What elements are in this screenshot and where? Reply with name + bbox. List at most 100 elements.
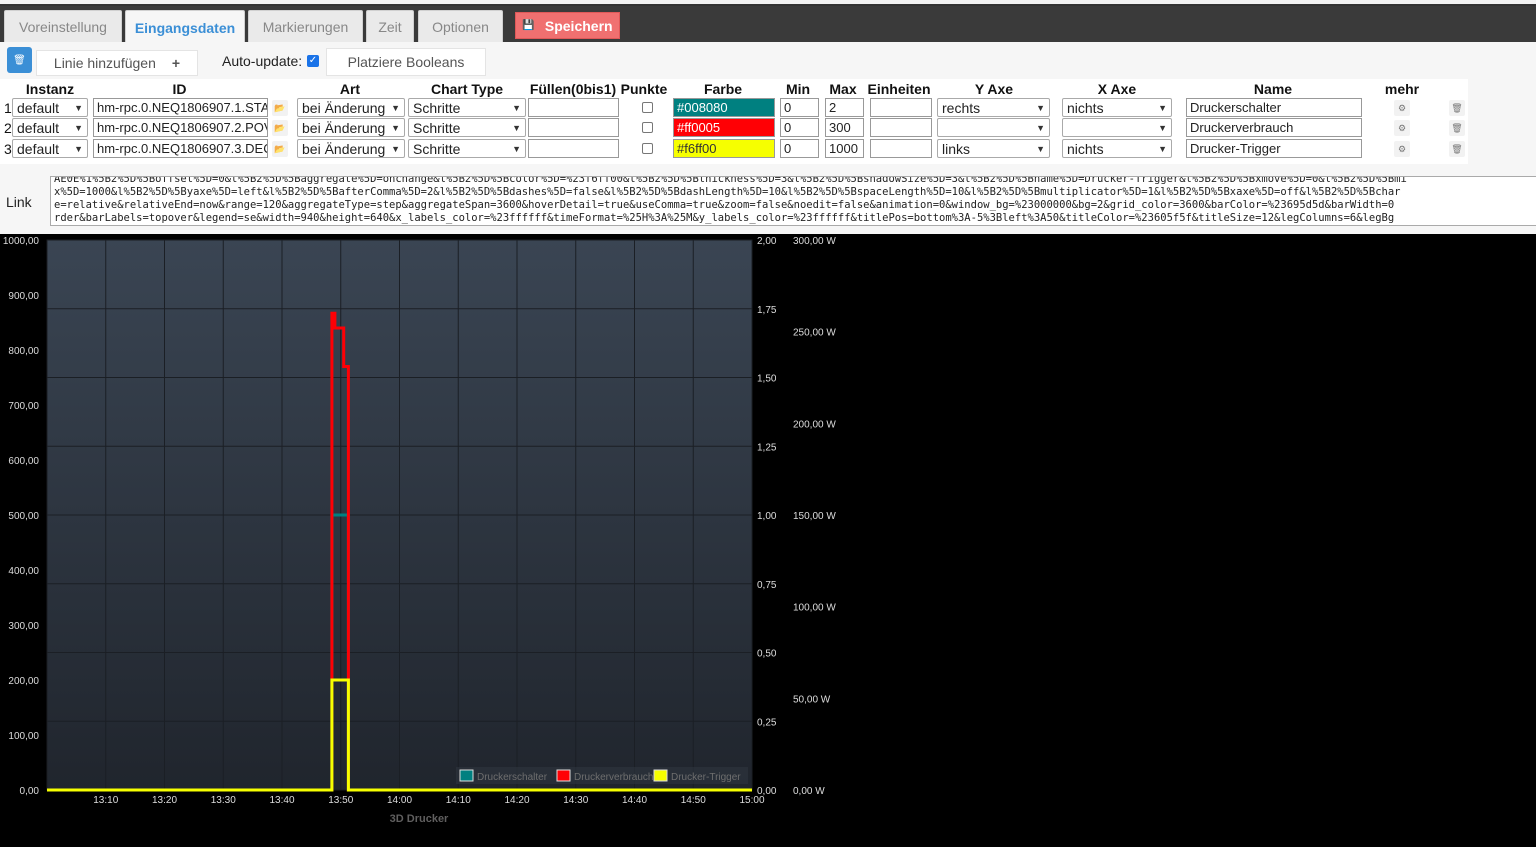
- name-input[interactable]: Druckerschalter: [1186, 98, 1362, 117]
- chart: 1000,00 900,00 800,00 700,00 600,00 500,00 400…: [3, 236, 837, 825]
- name-input[interactable]: Druckerverbrauch: [1186, 118, 1362, 137]
- tab-voreinstellung[interactable]: Voreinstellung: [4, 10, 122, 42]
- units-input[interactable]: [870, 139, 932, 158]
- x-tick-label: 13:40: [269, 795, 294, 806]
- chevron-down-icon: ▼: [74, 143, 83, 154]
- delete-all-button[interactable]: 🗑: [7, 47, 32, 73]
- y-axis-right: 2,001,751,501,251,000,750,500,250,00: [757, 236, 777, 797]
- gear-icon[interactable]: ⚙: [1394, 120, 1410, 136]
- trash-icon[interactable]: 🗑: [1449, 120, 1465, 136]
- tab-optionen[interactable]: Optionen: [418, 10, 503, 42]
- y-tick-label: 300,00: [8, 621, 39, 632]
- x-tick-label: 14:50: [681, 795, 706, 806]
- y-tick-label: 0,00: [20, 786, 40, 797]
- legend-swatch: [556, 769, 571, 782]
- art-value: bei Änderung: [302, 140, 386, 157]
- trash-icon[interactable]: 🗑: [1449, 100, 1465, 116]
- save-button[interactable]: 💾 Speichern: [515, 12, 620, 39]
- header-farbe: Farbe: [703, 81, 743, 97]
- link-textarea[interactable]: AE0E%1%5B2%5D%5Boffset%5D=0&l%5B2%5D%5Ba…: [50, 176, 1536, 226]
- tab-eingangsdaten[interactable]: Eingangsdaten: [125, 10, 245, 44]
- y-right2-tick-label: 300,00 W: [793, 236, 836, 247]
- id-input[interactable]: hm-rpc.0.NEQ1806907.1.STA: [93, 98, 268, 117]
- y-axis-left: 1000,00 900,00 800,00 700,00 600,00 500,00 400…: [3, 236, 40, 797]
- y-tick-label: 700,00: [8, 401, 39, 412]
- fill-input[interactable]: [528, 118, 619, 137]
- chevron-down-icon: ▼: [512, 102, 521, 113]
- y-tick-label: 500,00: [8, 511, 39, 522]
- units-input[interactable]: [870, 118, 932, 137]
- place-booleans-button[interactable]: Platziere Booleans: [326, 48, 486, 76]
- gear-icon[interactable]: ⚙: [1394, 141, 1410, 157]
- instanz-select[interactable]: default ▼: [12, 98, 88, 117]
- min-input[interactable]: 0: [780, 118, 819, 137]
- folder-icon[interactable]: 📂: [272, 120, 288, 136]
- chevron-down-icon: ▼: [1158, 102, 1167, 113]
- x-tick-label: 14:10: [446, 795, 471, 806]
- name-input[interactable]: Drucker-Trigger: [1186, 139, 1362, 158]
- x-axe-value: nichts: [1067, 99, 1104, 116]
- tab-markierungen[interactable]: Markierungen: [248, 10, 363, 42]
- chart-type-value: Schritte: [413, 119, 461, 136]
- units-input[interactable]: [870, 98, 932, 117]
- color-input[interactable]: #f6ff00: [673, 139, 775, 158]
- art-select[interactable]: bei Änderung ▼: [297, 139, 405, 158]
- y-right-tick-label: 1,25: [757, 442, 777, 453]
- color-input[interactable]: #008080: [673, 98, 775, 117]
- autoupdate-checkbox[interactable]: ✓: [307, 55, 319, 67]
- y-right-tick-label: 1,75: [757, 305, 777, 316]
- fill-input[interactable]: [528, 98, 619, 117]
- folder-icon[interactable]: 📂: [272, 100, 288, 116]
- x-axe-select[interactable]: nichts ▼: [1062, 98, 1172, 117]
- header-max: Max: [829, 81, 857, 97]
- x-axe-select[interactable]: ▼: [1062, 118, 1172, 137]
- chevron-down-icon: ▼: [74, 122, 83, 133]
- header-name: Name: [1253, 81, 1293, 97]
- chevron-down-icon: ▼: [391, 102, 400, 113]
- y-right2-tick-label: 50,00 W: [793, 694, 831, 705]
- instanz-select[interactable]: default ▼: [12, 139, 88, 158]
- y-axe-select[interactable]: ▼: [937, 118, 1050, 137]
- instanz-select[interactable]: default ▼: [12, 118, 88, 137]
- y-axe-select[interactable]: links ▼: [937, 139, 1050, 158]
- id-input[interactable]: hm-rpc.0.NEQ1806907.2.POV: [93, 118, 268, 137]
- trash-icon: 🗑: [13, 54, 26, 66]
- x-tick-label: 13:30: [211, 795, 236, 806]
- header-y-axe: Y Axe: [974, 81, 1014, 97]
- save-button-label: Speichern: [544, 17, 613, 34]
- header-min: Min: [785, 81, 811, 97]
- chart-type-select[interactable]: Schritte ▼: [408, 118, 526, 137]
- chart-type-select[interactable]: Schritte ▼: [408, 139, 526, 158]
- max-input[interactable]: 2: [825, 98, 864, 117]
- trash-icon[interactable]: 🗑: [1449, 141, 1465, 157]
- max-input[interactable]: 300: [825, 118, 864, 137]
- id-input[interactable]: hm-rpc.0.NEQ1806907.3.DEC: [93, 139, 268, 158]
- folder-icon[interactable]: 📂: [272, 141, 288, 157]
- x-tick-label: 15:00: [739, 795, 764, 806]
- points-checkbox[interactable]: [642, 143, 653, 154]
- fill-input[interactable]: [528, 139, 619, 158]
- y-right2-tick-label: 150,00 W: [793, 511, 836, 522]
- max-input[interactable]: 1000: [825, 139, 864, 158]
- y-axe-select[interactable]: rechts ▼: [937, 98, 1050, 117]
- header-punkte: Punkte: [620, 81, 668, 97]
- gear-icon[interactable]: ⚙: [1394, 100, 1410, 116]
- chart-type-select[interactable]: Schritte ▼: [408, 98, 526, 117]
- color-input[interactable]: #ff0005: [673, 118, 775, 137]
- min-input[interactable]: 0: [780, 139, 819, 158]
- x-axe-select[interactable]: nichts ▼: [1062, 139, 1172, 158]
- chevron-down-icon: ▼: [512, 122, 521, 133]
- header-art: Art: [339, 81, 361, 97]
- y-right2-tick-label: 0,00 W: [793, 786, 825, 797]
- art-select[interactable]: bei Änderung ▼: [297, 118, 405, 137]
- add-line-button[interactable]: Linie hinzufügen +: [36, 50, 198, 76]
- chart-title: 3D Drucker: [390, 813, 449, 825]
- legend-label: Druckerschalter: [477, 772, 548, 783]
- points-checkbox[interactable]: [642, 102, 653, 113]
- art-select[interactable]: bei Änderung ▼: [297, 98, 405, 117]
- x-tick-label: 13:20: [152, 795, 177, 806]
- points-checkbox[interactable]: [642, 122, 653, 133]
- chevron-down-icon: ▼: [391, 122, 400, 133]
- tab-zeit[interactable]: Zeit: [366, 10, 414, 42]
- min-input[interactable]: 0: [780, 98, 819, 117]
